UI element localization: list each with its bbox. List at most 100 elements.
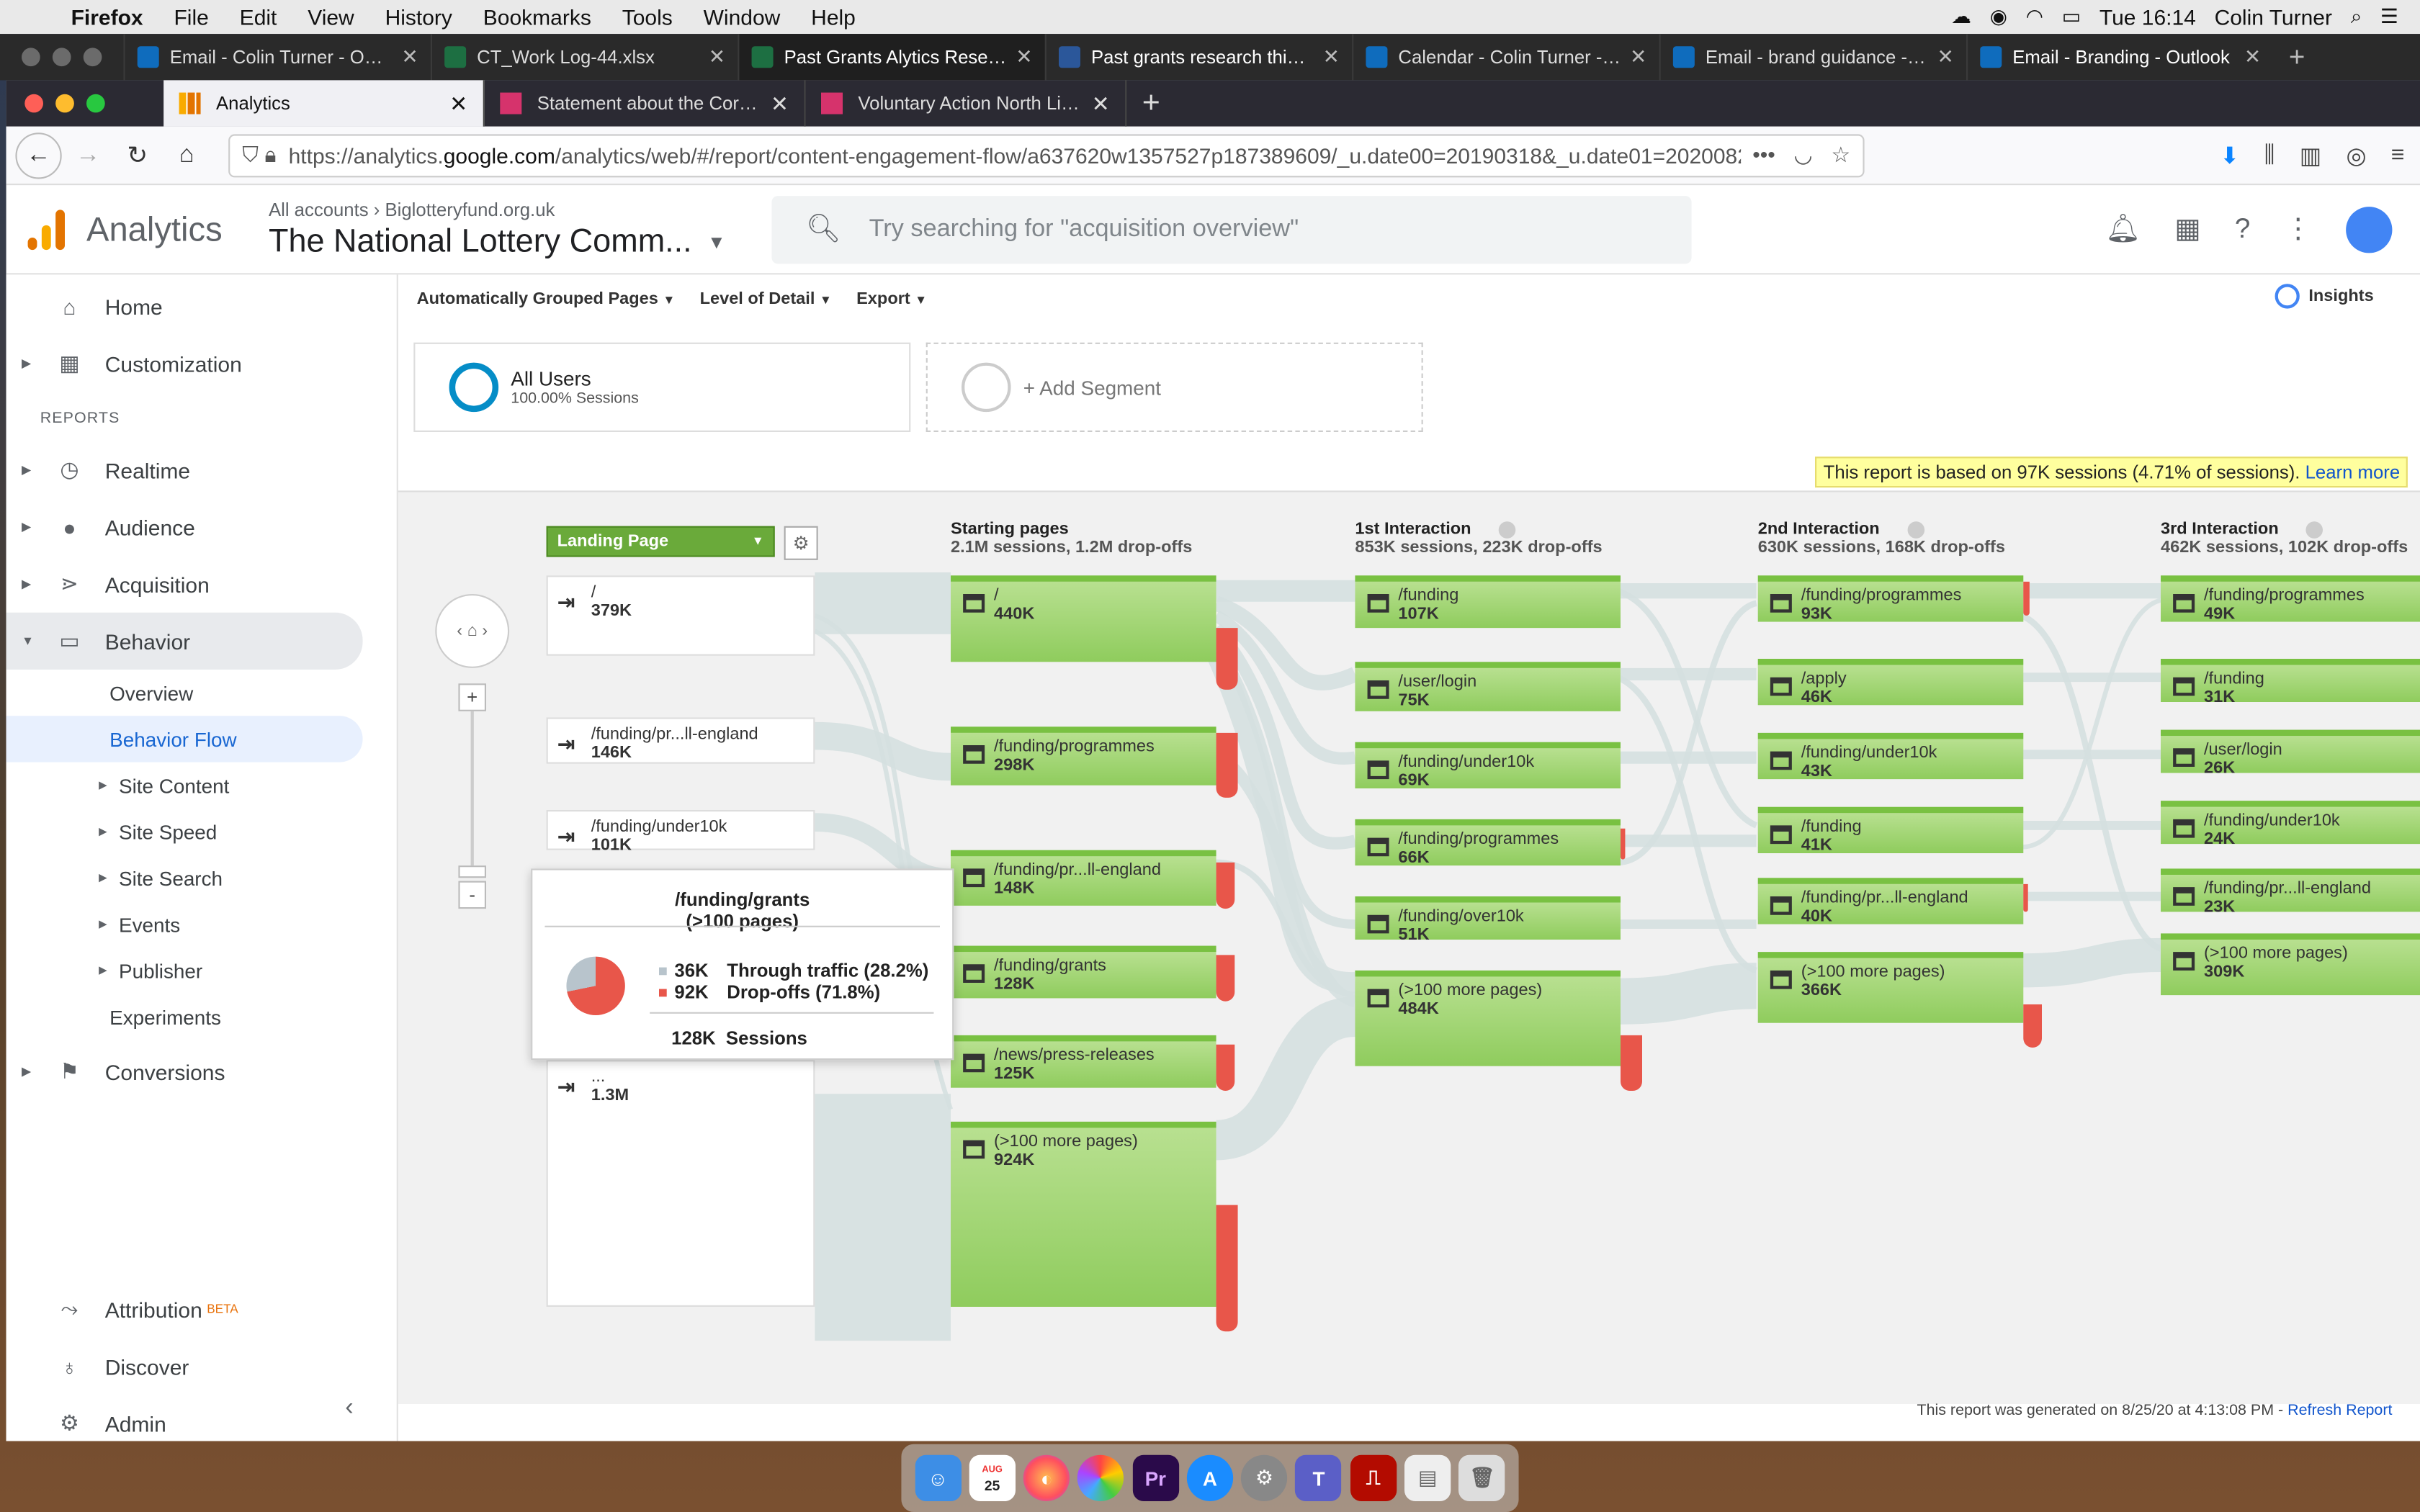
flow-node[interactable]: /funding/grants 128K <box>951 945 1216 999</box>
sidebar-item-realtime[interactable]: ▶ ◷ Realtime <box>6 441 397 498</box>
tab-statement[interactable]: Statement about the Coronavirus ✕ <box>485 80 806 127</box>
outer-tab[interactable]: Email - Branding - Outlook ✕ <box>1966 34 2273 81</box>
menu-history[interactable]: History <box>369 4 467 29</box>
help-icon[interactable]: ? <box>2235 213 2250 246</box>
account-selector[interactable]: All accounts › Biglotteryfund.org.uk The… <box>269 198 726 260</box>
flow-node[interactable]: /funding 41K <box>1757 806 2024 855</box>
close-icon[interactable]: ✕ <box>709 45 725 69</box>
remove-step-icon[interactable] <box>1499 521 1516 538</box>
sidebar-item-home[interactable]: ⌂ Home <box>6 278 397 335</box>
landing-node[interactable]: ⇥ /379K <box>546 575 815 656</box>
landing-node[interactable]: ⇥... 1.3M <box>546 1060 815 1307</box>
flow-node[interactable]: (>100 more pages) 366K <box>1757 952 2024 1023</box>
menu-view[interactable]: View <box>292 4 369 29</box>
crumb-site[interactable]: Biglotteryfund.org.uk <box>385 198 555 220</box>
close-icon[interactable]: ✕ <box>401 45 418 69</box>
dropoff-bar[interactable] <box>1216 628 1238 690</box>
expand-icon[interactable]: ▶ <box>99 872 107 884</box>
chevron-right-icon[interactable]: › <box>482 622 488 641</box>
outer-tab[interactable]: Email - brand guidance - Outlook ✕ <box>1659 34 1966 81</box>
expand-icon[interactable]: ▶ <box>99 964 107 976</box>
outer-tab[interactable]: Email - Colin Turner - Outlook ✕ <box>123 34 430 81</box>
sidebar-item-attribution[interactable]: ⤳ Attribution BETA <box>6 1281 398 1338</box>
dropoff-bar[interactable] <box>1216 1205 1238 1332</box>
battery-icon[interactable]: ▭ <box>2062 4 2081 29</box>
close-icon[interactable]: ✕ <box>1323 45 1340 69</box>
level-of-detail-dropdown[interactable]: Level of Detail ▼ <box>700 290 832 309</box>
home-icon[interactable]: ⌂ <box>163 132 210 178</box>
menu-edit[interactable]: Edit <box>224 4 292 29</box>
sidebar-icon[interactable]: ▥ <box>2300 141 2321 168</box>
menu-bookmarks[interactable]: Bookmarks <box>467 4 606 29</box>
close-icon[interactable]: ✕ <box>1016 45 1032 69</box>
dropoff-bar[interactable] <box>2023 581 2030 616</box>
flow-node[interactable]: /funding/programmes 49K <box>2161 575 2420 624</box>
chevron-down-icon[interactable]: ▼ <box>707 230 725 252</box>
close-icon[interactable]: ✕ <box>1937 45 1953 69</box>
sidebar-subitem-experiments[interactable]: Experiments <box>6 994 397 1040</box>
product-title[interactable]: Analytics <box>86 209 223 249</box>
outer-tab[interactable]: CT_Work Log-44.xlsx ✕ <box>430 34 738 81</box>
account-icon[interactable]: ◎ <box>2346 141 2366 168</box>
teams-icon[interactable]: T <box>1295 1454 1343 1501</box>
system-preferences-icon[interactable]: ⚙ <box>1241 1454 1288 1501</box>
menu-file[interactable]: File <box>158 4 224 29</box>
firefox-icon[interactable]: ◐ <box>1023 1454 1070 1501</box>
flow-node[interactable]: /funding/over10k 51K <box>1355 896 1621 944</box>
pocket-icon[interactable]: ◡ <box>1793 142 1812 168</box>
document-icon[interactable]: ▤ <box>1404 1454 1451 1501</box>
library-icon[interactable]: ⫼ <box>2264 141 2275 169</box>
close-icon[interactable]: ✕ <box>771 90 789 116</box>
landing-page-dimension-select[interactable]: Landing Page ▼ <box>546 526 775 557</box>
pan-control[interactable]: ‹ ⌂ › <box>435 594 510 668</box>
expand-icon[interactable]: ▶ <box>22 1065 31 1079</box>
acrobat-icon[interactable]: ⎍ <box>1350 1454 1397 1501</box>
sidebar-subitem-site-content[interactable]: ▶ Site Content <box>6 762 397 809</box>
lock-icon[interactable]: 🔒︎ <box>265 142 277 168</box>
flow-node[interactable]: /funding/pr...ll-england 148K <box>951 850 1216 906</box>
landing-node[interactable]: ⇥ /funding/under10k 101K <box>546 810 815 855</box>
flow-node[interactable]: /apply 46K <box>1757 659 2024 706</box>
tab-analytics[interactable]: Analytics ✕ <box>163 80 485 127</box>
flow-node[interactable]: /funding 107K <box>1355 575 1621 629</box>
trash-icon[interactable]: 🗑︎ <box>1458 1454 1505 1501</box>
gear-icon[interactable]: ⚙ <box>784 526 818 560</box>
zoom-out-button[interactable]: - <box>458 881 486 909</box>
behavior-flow-canvas[interactable]: Starting pages 2.1M sessions, 1.2M drop-o… <box>398 490 2420 1404</box>
sidebar-subitem-site-speed[interactable]: ▶ Site Speed <box>6 809 397 855</box>
sidebar-item-admin[interactable]: ⚙ Admin <box>6 1395 398 1452</box>
photos-icon[interactable] <box>1077 1454 1124 1501</box>
avatar[interactable] <box>2346 206 2393 253</box>
outer-tab[interactable]: Past grants research thinking ✕ <box>1044 34 1352 81</box>
flow-node[interactable]: /funding/programmes 93K <box>1757 575 2024 624</box>
spotlight-icon[interactable]: ⌕ <box>2351 4 2362 29</box>
apps-grid-icon[interactable]: ▦ <box>2174 213 2200 246</box>
outer-window-controls[interactable] <box>0 48 123 67</box>
sidebar-item-discover[interactable]: ♁ Discover <box>6 1338 398 1395</box>
flow-node[interactable]: /funding 31K <box>2161 659 2420 706</box>
analytics-logo-icon[interactable] <box>27 209 65 250</box>
sidebar-item-conversions[interactable]: ▶ ⚑ Conversions <box>6 1043 397 1100</box>
outer-tab-active[interactable]: Past Grants Alytics Research ✕ <box>738 34 1045 81</box>
flow-node[interactable]: /funding/under10k 43K <box>1757 732 2024 780</box>
flow-node[interactable]: /funding/programmes 66K <box>1355 819 1621 867</box>
close-icon[interactable]: ✕ <box>2244 45 2261 69</box>
sidebar-item-behavior[interactable]: ▼ ▭ Behavior <box>6 612 363 670</box>
dropoff-bar[interactable] <box>2023 883 2028 912</box>
dropoff-bar[interactable] <box>1216 1044 1235 1091</box>
cloud-icon[interactable]: ☁ <box>1951 4 1971 29</box>
sidebar-subitem-behavior-flow[interactable]: Behavior Flow <box>6 716 363 762</box>
downloads-icon[interactable]: ⬇ <box>2220 141 2239 168</box>
expand-icon[interactable]: ▶ <box>99 918 107 930</box>
expand-icon[interactable]: ▶ <box>22 520 31 534</box>
zoom-in-button[interactable]: + <box>458 683 486 711</box>
menu-app[interactable]: Firefox <box>55 4 158 29</box>
flow-node[interactable]: /user/login 75K <box>1355 662 1621 711</box>
expand-icon[interactable]: ▶ <box>99 825 107 838</box>
expand-icon[interactable]: ▶ <box>22 356 31 370</box>
hamburger-menu-icon[interactable]: ≡ <box>2391 141 2405 169</box>
flow-node[interactable]: /funding/under10k 24K <box>2161 801 2420 849</box>
flow-node[interactable]: /440K <box>951 575 1216 662</box>
menu-tools[interactable]: Tools <box>606 4 688 29</box>
segment-all-users[interactable]: All Users 100.00% Sessions <box>413 342 911 432</box>
